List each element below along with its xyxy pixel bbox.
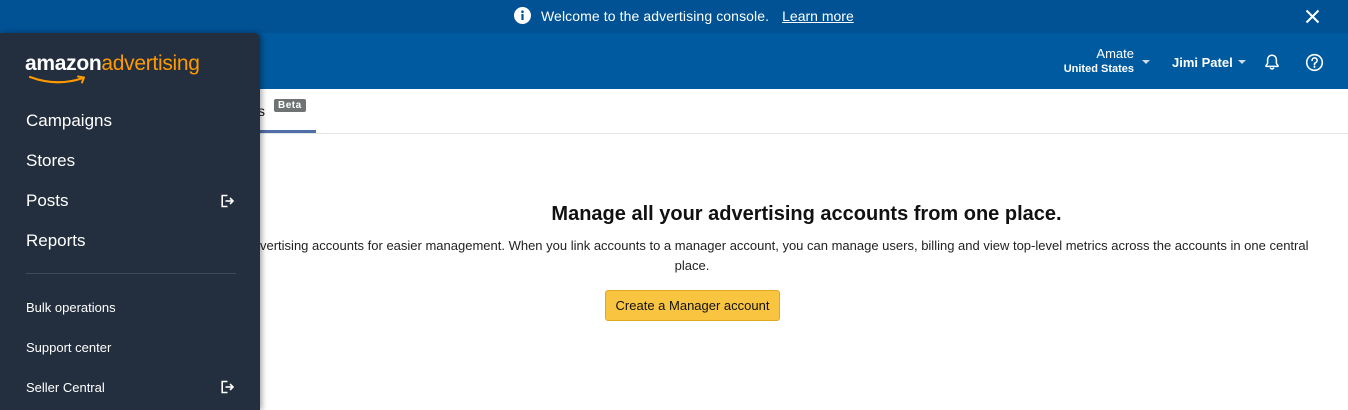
chevron-down-icon[interactable]	[1142, 60, 1150, 64]
sidebar-item-posts[interactable]: Posts	[26, 191, 69, 211]
external-link-icon[interactable]	[219, 379, 235, 395]
logo-primary: amazon	[25, 52, 102, 75]
sidebar-item-reports[interactable]: Reports	[26, 231, 86, 251]
help-circle-icon[interactable]	[1305, 53, 1324, 72]
account-switcher[interactable]: Amate United States	[1060, 46, 1134, 75]
sidebar-item-stores[interactable]: Stores	[26, 151, 75, 171]
account-country: United States	[1063, 63, 1134, 75]
description-line-1: vertising accounts for easier management…	[260, 238, 1309, 253]
sidebar-item-campaigns[interactable]: Campaigns	[26, 111, 112, 131]
account-name: Amate	[1096, 46, 1134, 61]
active-tab-indicator	[258, 130, 316, 133]
external-link-icon[interactable]	[219, 193, 235, 209]
info-circle-icon	[514, 7, 531, 24]
learn-more-link[interactable]: Learn more	[782, 8, 854, 24]
notification-banner: Welcome to the advertising console. Lear…	[0, 0, 1348, 33]
sidebar-item-seller-central[interactable]: Seller Central	[26, 380, 105, 395]
bell-icon[interactable]	[1263, 53, 1281, 71]
beta-badge: Beta	[274, 99, 306, 112]
sidebar-item-bulk-operations[interactable]: Bulk operations	[26, 300, 116, 315]
create-manager-account-button[interactable]: Create a Manager account	[605, 290, 780, 321]
banner-content: Welcome to the advertising console. Lear…	[514, 7, 854, 24]
chevron-down-icon[interactable]	[1238, 60, 1246, 64]
description-line-2: place.	[674, 258, 710, 273]
sidebar-divider	[26, 273, 236, 274]
close-icon[interactable]	[1304, 8, 1321, 25]
sidebar-item-support-center[interactable]: Support center	[26, 340, 111, 355]
amazon-smile-icon	[28, 75, 85, 84]
banner-message: Welcome to the advertising console.	[541, 7, 770, 24]
sidebar-nav: amazonadvertising Campaigns Stores Posts…	[0, 33, 260, 410]
user-menu[interactable]: Jimi Patel	[1172, 55, 1233, 70]
logo-secondary: advertising	[101, 52, 200, 75]
page-headline: Manage all your advertising accounts fro…	[551, 203, 1062, 225]
amazon-advertising-logo[interactable]: amazonadvertising	[25, 52, 200, 84]
